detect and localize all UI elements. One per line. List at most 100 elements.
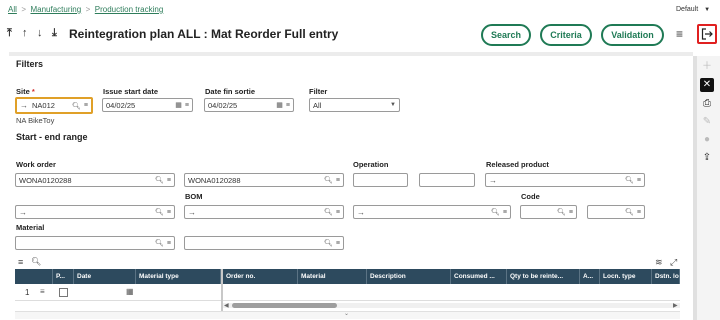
list-icon[interactable]: ≡ [336,240,340,247]
export-icon[interactable]: ⇪ [700,151,714,165]
page-title: Reintegration plan ALL : Mat Reorder Ful… [69,27,339,41]
scroll-left-icon[interactable]: ◀ [224,302,229,309]
issue-end-field[interactable]: 04/02/25 ▦ ≡ [204,98,294,112]
scrollbar-thumb[interactable] [232,303,337,308]
row-number: 1 [25,288,30,297]
code-to-field[interactable]: 🔍︎ ≡ [587,205,645,219]
table-row[interactable] [15,284,680,301]
work-order-from-field[interactable]: WONA0120288 🔍︎ ≡ [15,173,175,187]
arrow-right-icon[interactable]: → [489,176,497,185]
search-icon[interactable]: 🔍︎ [72,102,81,110]
last-record-icon[interactable]: ⤓ [52,27,57,40]
list-icon[interactable]: ≡ [637,209,641,216]
work-order-label: Work order [16,160,56,169]
operation-from-field[interactable] [353,173,408,187]
arrow-right-icon[interactable]: → [188,208,196,217]
issue-start-field[interactable]: 04/02/25 ▦ ≡ [102,98,193,112]
grid-splitter[interactable] [221,269,223,317]
search-icon[interactable]: 🔍︎ [557,208,566,216]
filters-title: Filters [16,59,44,69]
add-icon[interactable]: ＋ [700,60,714,74]
grid-header-col[interactable]: Description [367,269,451,284]
grid-header-col[interactable]: Qty to be reinte... [507,269,580,284]
header-divider [9,52,693,56]
arrow-right-icon[interactable]: → [357,208,365,217]
filter-label: Filter [309,87,328,96]
site-value: NA012 [32,101,55,110]
profile-selector[interactable]: Default ▼ [676,6,710,13]
search-icon[interactable]: 🔍︎ [625,176,634,184]
breadcrumb-item-all[interactable]: All [8,5,17,14]
grid-menu-icon[interactable]: ≡ [18,257,23,267]
released-product-from-field[interactable]: → 🔍︎ ≡ [485,173,645,187]
bom-to-field[interactable]: → 🔍︎ ≡ [353,205,511,219]
breadcrumb-item-production-tracking[interactable]: Production tracking [95,5,163,14]
layers-icon[interactable]: ≋ [655,257,663,268]
row-menu-icon[interactable]: ≡ [40,287,45,296]
grid-search-icon[interactable]: 🔍︎ [31,257,41,266]
close-icon[interactable]: ✕ [700,78,714,92]
printer-icon[interactable]: ⎙ [700,97,714,111]
list-icon[interactable]: ≡ [637,177,641,184]
search-icon[interactable]: 🔍︎ [324,176,333,184]
calendar-icon[interactable]: ▦ [126,287,134,296]
grid-header-col[interactable]: Dstn. lo [652,269,680,284]
work-order-to-field[interactable]: WONA0120288 🔍︎ ≡ [184,173,344,187]
grid-header-col[interactable]: A... [580,269,600,284]
grid-header-col[interactable]: Locn. type [600,269,652,284]
calendar-icon[interactable]: ▦ [175,101,182,109]
list-icon[interactable]: ≡ [286,102,290,109]
range-title: Start - end range [16,132,88,142]
scroll-right-icon[interactable]: ▶ [673,302,678,309]
grid-header-col[interactable]: P... [53,269,74,284]
list-icon[interactable]: ≡ [167,177,171,184]
attachment-icon[interactable]: ✎ [700,115,714,129]
breadcrumb-item-manufacturing[interactable]: Manufacturing [30,5,81,14]
released-product-to-field[interactable]: → 🔍︎ ≡ [15,205,175,219]
list-icon[interactable]: ≡ [569,209,573,216]
first-record-icon[interactable]: ⤒ [7,27,12,40]
criteria-button[interactable]: Criteria [540,24,592,46]
comment-icon[interactable]: ● [700,133,714,147]
list-icon[interactable]: ≡ [503,209,507,216]
previous-record-icon[interactable]: ↑ [22,27,28,39]
grid-header-col[interactable]: Material type [136,269,221,284]
filter-select[interactable]: All ▼ [309,98,400,112]
arrow-right-icon[interactable]: → [20,101,28,110]
search-icon[interactable]: 🔍︎ [155,208,164,216]
collapse-icon[interactable]: ⌄ [344,310,349,317]
list-icon[interactable]: ≡ [336,209,340,216]
search-icon[interactable]: 🔍︎ [155,176,164,184]
search-icon[interactable]: 🔍︎ [625,208,634,216]
caret-down-icon: ▼ [390,102,396,108]
search-icon[interactable]: 🔍︎ [491,208,500,216]
search-icon[interactable]: 🔍︎ [324,239,333,247]
search-icon[interactable]: 🔍︎ [155,239,164,247]
list-icon[interactable]: ≡ [167,240,171,247]
bom-from-field[interactable]: → 🔍︎ ≡ [184,205,344,219]
validation-button[interactable]: Validation [601,24,664,46]
next-record-icon[interactable]: ↓ [37,27,43,39]
expand-icon[interactable]: ⤢ [670,257,677,268]
exit-icon[interactable] [697,24,717,44]
search-icon[interactable]: 🔍︎ [324,208,333,216]
calendar-icon[interactable]: ▦ [276,101,283,109]
arrow-right-icon[interactable]: → [19,208,27,217]
list-icon[interactable]: ≡ [185,102,189,109]
row-checkbox[interactable] [59,288,68,297]
operation-to-field[interactable] [419,173,475,187]
list-icon[interactable]: ≡ [336,177,340,184]
grid-header-col[interactable]: Material [298,269,367,284]
material-from-field[interactable]: 🔍︎ ≡ [15,236,175,250]
search-button[interactable]: Search [481,24,531,46]
grid-header-col[interactable]: Consumed ... [451,269,507,284]
grid-header-col[interactable]: Order no. [223,269,298,284]
site-field[interactable]: → NA012 🔍︎ ≡ [15,97,93,114]
grid-header-col[interactable]: Date [74,269,136,284]
menu-icon[interactable]: ≡ [676,27,683,41]
code-from-field[interactable]: 🔍︎ ≡ [520,205,577,219]
vertical-scrollbar[interactable] [693,56,696,320]
list-icon[interactable]: ≡ [84,102,88,109]
list-icon[interactable]: ≡ [167,209,171,216]
material-to-field[interactable]: 🔍︎ ≡ [184,236,344,250]
